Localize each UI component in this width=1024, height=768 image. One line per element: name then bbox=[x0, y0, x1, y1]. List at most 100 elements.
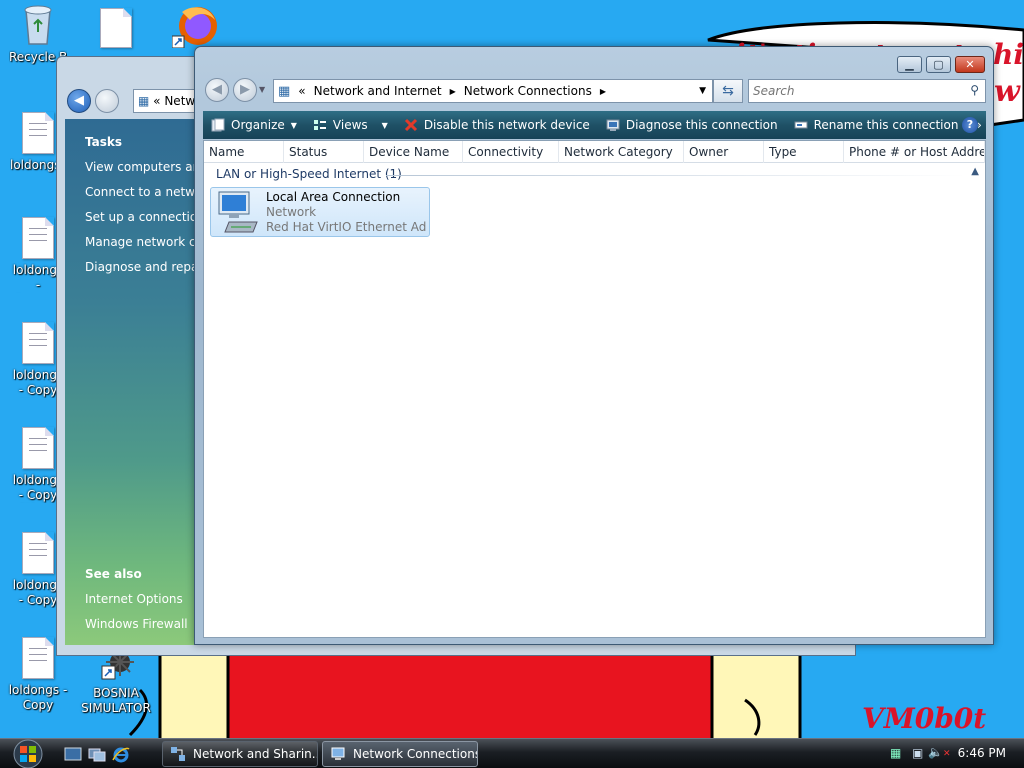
chevron-right-icon[interactable]: ▶ bbox=[600, 87, 606, 96]
switch-windows-icon[interactable] bbox=[88, 746, 106, 762]
organize-label: Organize bbox=[231, 118, 285, 132]
task-link-diagnose-repair[interactable]: Diagnose and repair bbox=[85, 260, 197, 274]
column-header-network-category[interactable]: Network Category bbox=[559, 141, 684, 163]
bg-back-button[interactable]: ◀ bbox=[67, 89, 91, 113]
task-link-manage-connections[interactable]: Manage network connections bbox=[85, 235, 197, 249]
recycle-bin-icon bbox=[24, 5, 52, 45]
column-header-type[interactable]: Type bbox=[764, 141, 844, 163]
internet-explorer-icon[interactable] bbox=[112, 746, 130, 763]
bg-address-bar[interactable]: ▦ « Netw bbox=[133, 89, 203, 113]
tasks-heading: Tasks bbox=[85, 135, 123, 149]
text-document-icon bbox=[22, 322, 54, 364]
recent-pages-dropdown[interactable]: ▼ bbox=[259, 85, 265, 94]
column-header-name[interactable]: Name bbox=[204, 141, 284, 163]
disable-label: Disable this network device bbox=[423, 118, 590, 132]
column-header-owner[interactable]: Owner bbox=[684, 141, 764, 163]
column-header-phone-host[interactable]: Phone # or Host Addre... bbox=[844, 141, 985, 163]
search-box[interactable]: ⚲ bbox=[748, 79, 986, 103]
network-sharing-icon bbox=[171, 747, 185, 761]
network-connections-icon bbox=[331, 747, 345, 760]
text-document-icon bbox=[22, 637, 54, 679]
address-dropdown-icon[interactable]: ▼ bbox=[699, 86, 706, 96]
taskbar-button-network-sharing[interactable]: Network and Sharin... bbox=[162, 741, 318, 767]
chevron-up-icon[interactable]: ▲ bbox=[971, 166, 979, 177]
wallpaper-signature: VM0b0t bbox=[862, 702, 987, 735]
search-icon[interactable]: ⚲ bbox=[970, 83, 979, 97]
see-also-heading: See also bbox=[85, 567, 142, 581]
see-also-internet-options[interactable]: Internet Options bbox=[85, 592, 197, 606]
maximize-button[interactable]: ▢ bbox=[926, 56, 951, 73]
see-also-windows-firewall[interactable]: Windows Firewall bbox=[85, 617, 197, 631]
breadcrumb-network-connections[interactable]: Network Connections bbox=[464, 84, 592, 98]
desktop-icon-label: BOSNIA SIMULATOR bbox=[81, 686, 151, 715]
refresh-icon: ⇆ bbox=[722, 83, 734, 99]
column-headers: Name Status Device Name Connectivity Net… bbox=[204, 141, 985, 163]
views-icon bbox=[313, 120, 326, 130]
start-button[interactable] bbox=[6, 739, 50, 768]
windows-logo-icon bbox=[13, 739, 43, 768]
minimize-button[interactable]: ▁ bbox=[897, 56, 922, 73]
search-input[interactable] bbox=[753, 80, 953, 102]
bg-forward-button[interactable] bbox=[95, 89, 119, 113]
help-icon[interactable]: ? bbox=[962, 117, 978, 133]
desktop-icon-bosnia-simulator[interactable]: BOSNIA SIMULATOR bbox=[78, 648, 154, 716]
wallpaper-slogan-line2: w bbox=[994, 74, 1020, 109]
column-header-status[interactable]: Status bbox=[284, 141, 364, 163]
organize-icon bbox=[211, 118, 225, 132]
firefox-logo-icon bbox=[171, 7, 217, 49]
disable-red-x-icon bbox=[404, 118, 417, 132]
text-document-icon bbox=[22, 217, 54, 259]
display-tray-icon[interactable]: ▣ bbox=[912, 746, 923, 760]
connection-status: Network bbox=[266, 205, 317, 219]
task-link-setup-connection[interactable]: Set up a connection or network bbox=[85, 210, 197, 224]
connections-list[interactable]: Name Status Device Name Connectivity Net… bbox=[203, 140, 986, 638]
refresh-button[interactable]: ⇆ bbox=[713, 79, 743, 103]
organize-menu[interactable]: Organize ▼ bbox=[203, 111, 305, 139]
text-document-icon bbox=[22, 112, 54, 154]
dropdown-arrow-icon: ▼ bbox=[381, 120, 388, 130]
back-button[interactable]: ◀ bbox=[205, 78, 229, 102]
text-document-icon bbox=[22, 532, 54, 574]
close-button[interactable]: ✕ bbox=[955, 56, 985, 73]
diagnose-icon bbox=[606, 119, 620, 131]
connection-device: Red Hat VirtIO Ethernet Ada... bbox=[266, 220, 426, 234]
task-link-view-computers[interactable]: View computers and devices bbox=[85, 160, 197, 174]
column-header-connectivity[interactable]: Connectivity bbox=[463, 141, 559, 163]
system-tray: ▦ ▣ 🔈✕ 6:46 PM bbox=[884, 739, 1024, 768]
diagnose-label: Diagnose this connection bbox=[625, 118, 778, 132]
disable-device-button[interactable]: Disable this network device bbox=[396, 111, 598, 139]
breadcrumb-prefix[interactable]: « bbox=[298, 84, 305, 98]
show-desktop-icon[interactable] bbox=[64, 746, 82, 762]
firefox-icon[interactable] bbox=[171, 2, 218, 49]
dropdown-arrow-icon: ▼ bbox=[290, 120, 297, 130]
forward-button[interactable]: ▶ bbox=[233, 78, 257, 102]
views-label: Views bbox=[332, 118, 368, 132]
taskbar: Network and Sharin... Network Connection… bbox=[0, 738, 1024, 768]
volume-muted-icon[interactable]: 🔈✕ bbox=[928, 745, 951, 759]
breadcrumb-network-internet[interactable]: Network and Internet bbox=[314, 84, 442, 98]
address-bar[interactable]: ▦ « Network and Internet ▶ Network Conne… bbox=[273, 79, 713, 103]
rename-icon bbox=[794, 121, 808, 129]
connection-item-local-area[interactable]: Local Area Connection Network Red Hat Vi… bbox=[210, 187, 430, 237]
group-divider bbox=[386, 175, 966, 176]
diagnose-connection-button[interactable]: Diagnose this connection bbox=[598, 111, 786, 139]
column-header-device-name[interactable]: Device Name bbox=[364, 141, 463, 163]
command-bar: Organize ▼ Views ▼ Disable this network … bbox=[203, 111, 986, 139]
blank-document-icon[interactable] bbox=[100, 8, 132, 48]
network-folder-icon: ▦ bbox=[278, 83, 291, 99]
taskbar-button-label: Network and Sharin... bbox=[193, 747, 318, 761]
forward-arrow-icon: ▶ bbox=[240, 82, 250, 97]
connection-name: Local Area Connection bbox=[266, 190, 401, 204]
taskbar-button-network-connections[interactable]: Network Connections bbox=[322, 741, 478, 767]
network-tray-icon[interactable]: ▦ bbox=[890, 746, 901, 760]
rename-connection-button[interactable]: Rename this connection bbox=[786, 111, 967, 139]
chevron-right-icon[interactable]: ▶ bbox=[450, 87, 456, 96]
network-adapter-icon bbox=[218, 191, 258, 233]
views-menu[interactable]: Views ▼ bbox=[305, 111, 396, 139]
rename-label: Rename this connection bbox=[813, 118, 959, 132]
group-header-lan[interactable]: LAN or High-Speed Internet (1) bbox=[216, 167, 402, 181]
network-icon: ▦ bbox=[138, 94, 150, 108]
task-link-connect-network[interactable]: Connect to a network bbox=[85, 185, 197, 199]
network-connections-window[interactable]: ▁ ▢ ✕ ◀ ▶ ▼ ▦ « Network and Internet ▶ N… bbox=[194, 46, 994, 645]
clock[interactable]: 6:46 PM bbox=[958, 746, 1006, 760]
